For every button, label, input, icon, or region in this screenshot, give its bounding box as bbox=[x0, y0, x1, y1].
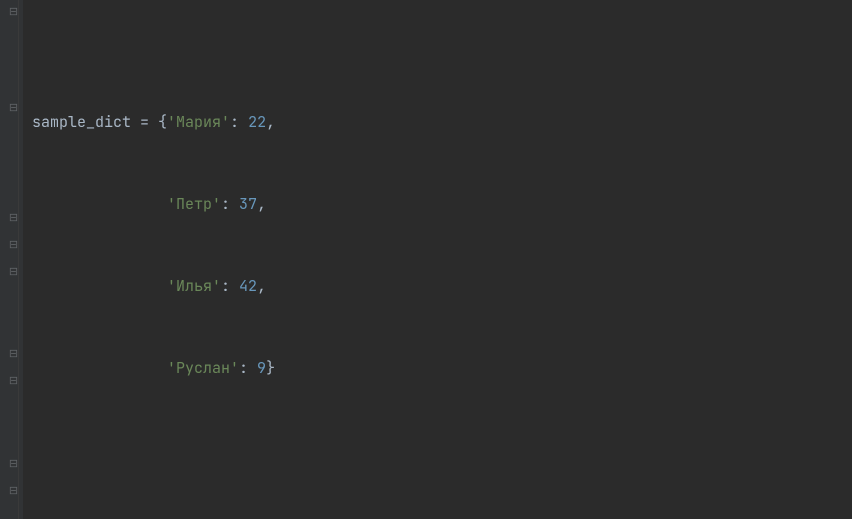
code-line[interactable]: 'Руслан': 9} bbox=[32, 355, 852, 382]
fold-region-icon[interactable]: ⊟ bbox=[8, 267, 19, 278]
punct: : bbox=[239, 358, 257, 378]
string-literal: 'Илья' bbox=[167, 276, 221, 296]
code-line[interactable]: 'Илья': 42, bbox=[32, 273, 852, 300]
fold-region-icon[interactable]: ⊟ bbox=[8, 240, 19, 251]
punct: } bbox=[266, 358, 275, 378]
operator: = { bbox=[131, 112, 167, 132]
punct: , bbox=[257, 276, 266, 296]
punct: : bbox=[230, 112, 248, 132]
number-literal: 9 bbox=[257, 358, 266, 378]
punct: : bbox=[221, 276, 239, 296]
string-literal: 'Мария' bbox=[167, 112, 230, 132]
fold-region-icon[interactable]: ⊟ bbox=[8, 459, 19, 470]
punct: , bbox=[266, 112, 275, 132]
identifier: sample_dict bbox=[32, 112, 131, 132]
indent bbox=[32, 276, 167, 296]
fold-region-icon[interactable]: ⊟ bbox=[8, 213, 19, 224]
indent bbox=[32, 194, 167, 214]
gutter: ⊟ ⊟ ⊟ ⊟ ⊟ ⊟ ⊟ ⊟ ⊟ bbox=[0, 0, 23, 519]
string-literal: 'Петр' bbox=[167, 194, 221, 214]
fold-region-icon[interactable]: ⊟ bbox=[8, 349, 19, 360]
punct: : bbox=[221, 194, 239, 214]
fold-open-icon[interactable]: ⊟ bbox=[8, 7, 19, 18]
string-literal: 'Руслан' bbox=[167, 358, 239, 378]
blank-line[interactable] bbox=[32, 437, 852, 464]
indent bbox=[32, 358, 167, 378]
code-line[interactable]: sample_dict = {'Мария': 22, bbox=[32, 109, 852, 136]
fold-close-icon[interactable]: ⊟ bbox=[8, 103, 19, 114]
number-literal: 22 bbox=[248, 112, 266, 132]
number-literal: 42 bbox=[239, 276, 257, 296]
number-literal: 37 bbox=[239, 194, 257, 214]
fold-region-icon[interactable]: ⊟ bbox=[8, 376, 19, 387]
punct: , bbox=[257, 194, 266, 214]
code-editor[interactable]: ⊟ ⊟ ⊟ ⊟ ⊟ ⊟ ⊟ ⊟ ⊟ sample_dict = {'Мария'… bbox=[0, 0, 852, 519]
indent-guide bbox=[18, 0, 19, 519]
fold-region-icon[interactable]: ⊟ bbox=[8, 486, 19, 497]
code-line[interactable]: 'Петр': 37, bbox=[32, 191, 852, 218]
